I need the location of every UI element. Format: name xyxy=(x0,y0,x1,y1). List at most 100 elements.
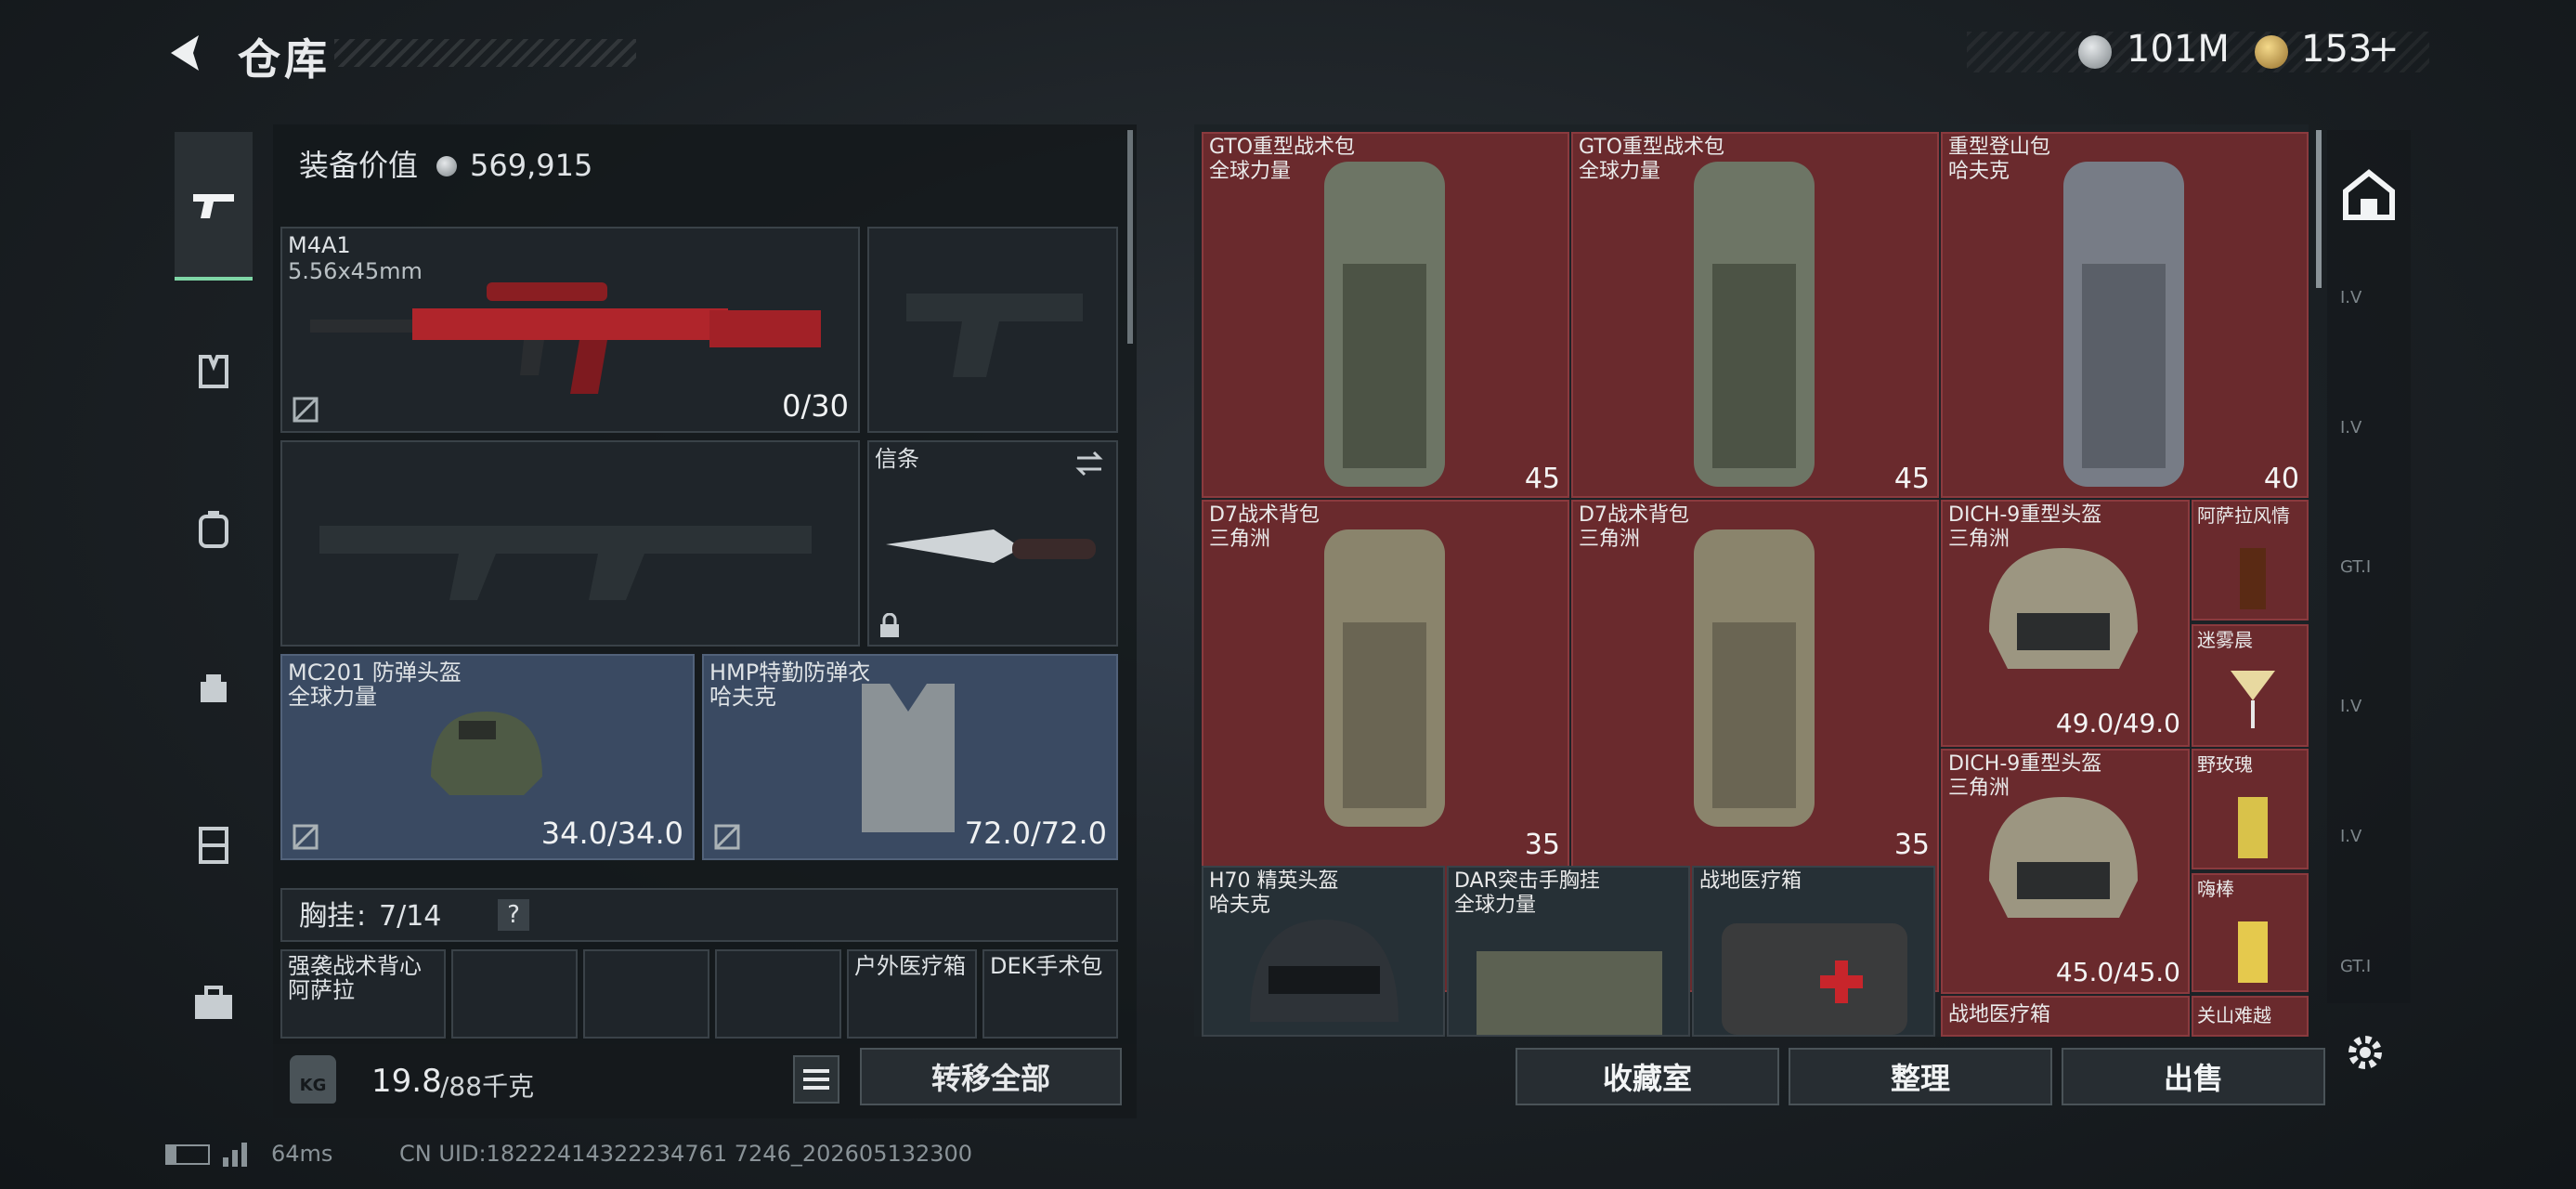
tab-toolbox[interactable] xyxy=(175,964,253,1042)
item-name: 野玫瑰 xyxy=(2197,753,2253,776)
sidearm-slot[interactable] xyxy=(867,227,1118,433)
melee-name: 信条 xyxy=(875,446,919,472)
storage-tab-icon[interactable]: I.V xyxy=(2340,827,2361,846)
tab-backpack[interactable] xyxy=(175,490,253,568)
storage-item[interactable]: H70 精英头盔 哈夫克 xyxy=(1202,866,1445,1037)
collection-room-button[interactable]: 收藏室 xyxy=(1516,1048,1779,1105)
chest-rig-header[interactable]: 胸挂 : 7/14 ? xyxy=(280,888,1118,942)
rig-slot[interactable]: 户外医疗箱 xyxy=(847,949,977,1039)
item-capacity: 35 xyxy=(1893,829,1930,861)
primary-weapon-slot[interactable]: M4A1 5.56x45mm 0/30 xyxy=(280,227,860,433)
storage-item[interactable]: 嗨棒 xyxy=(2192,873,2309,992)
organize-button[interactable]: 整理 xyxy=(1789,1048,2052,1105)
helmet-image xyxy=(1989,797,2138,918)
storage-item[interactable]: 野玫瑰 xyxy=(2192,749,2309,869)
item-name: 重型登山包 xyxy=(1948,136,2051,159)
storage-tab-icon[interactable]: I.V xyxy=(2340,697,2361,716)
helmet-image xyxy=(431,712,542,795)
storage-item[interactable]: DICH-9重型头盔 三角洲 49.0/49.0 xyxy=(1941,500,2190,747)
warehouse-home-icon[interactable] xyxy=(2342,167,2396,221)
storage-item[interactable]: DAR突击手胸挂 全球力量 xyxy=(1447,866,1690,1037)
weapon-ammo: 0/30 xyxy=(782,388,849,424)
item-faction: 哈夫克 xyxy=(1948,160,2010,183)
storage-item[interactable]: 战地医疗箱 xyxy=(1692,866,1935,1037)
battery-icon xyxy=(165,1144,210,1165)
storage-item[interactable]: 重型登山包 哈夫克 40 xyxy=(1941,132,2309,498)
safebox-icon xyxy=(199,827,228,864)
item-name: DICH-9重型头盔 xyxy=(1948,503,2102,527)
storage-item[interactable]: GTO重型战术包 全球力量 45 xyxy=(1202,132,1569,498)
item-name: DAR突击手胸挂 xyxy=(1454,869,1600,893)
item-capacity: 45 xyxy=(1893,463,1930,495)
storage-tab-icon[interactable]: GT.I xyxy=(2340,957,2371,976)
storage-tab-rail: I.V I.V GT.I I.V I.V GT.I xyxy=(2327,130,2411,1003)
storage-tab-icon[interactable]: I.V xyxy=(2340,418,2361,438)
storage-item[interactable]: GTO重型战术包 全球力量 45 xyxy=(1571,132,1939,498)
swap-arrows-icon[interactable] xyxy=(1073,450,1105,477)
rig-separator: : xyxy=(357,900,367,933)
item-capacity: 35 xyxy=(1524,829,1560,861)
melee-slot[interactable]: 信条 xyxy=(867,440,1118,647)
item-faction: 三角洲 xyxy=(1579,528,1641,551)
rig-slot[interactable]: 强袭战术背心 阿萨拉 xyxy=(280,949,446,1039)
list-view-button[interactable] xyxy=(793,1055,839,1104)
loadout-value: 569,915 xyxy=(470,148,593,183)
tab-weapons[interactable] xyxy=(175,132,253,281)
item-name: DICH-9重型头盔 xyxy=(1948,752,2102,776)
armor-slot[interactable]: HMP特勤防弹衣 哈夫克 72.0/72.0 xyxy=(702,654,1118,860)
storage-item[interactable]: 迷雾晨 xyxy=(2192,624,2309,747)
helmet-slot[interactable]: MC201 防弹头盔 全球力量 34.0/34.0 xyxy=(280,654,695,860)
list-icon-line xyxy=(803,1078,829,1081)
rig-item-name: 户外医疗箱 xyxy=(854,953,966,979)
storage-item[interactable]: 阿萨拉风情 xyxy=(2192,500,2309,621)
item-name: D7战术背包 xyxy=(1209,503,1320,527)
tab-pouch[interactable] xyxy=(175,648,253,726)
rig-slot-empty[interactable] xyxy=(715,949,841,1039)
secondary-weapon-slot[interactable] xyxy=(280,440,860,647)
storage-scrollbar[interactable] xyxy=(2316,130,2322,288)
item-name: 阿萨拉风情 xyxy=(2197,504,2290,527)
transfer-all-button[interactable]: 转移全部 xyxy=(860,1048,1122,1105)
rig-item-name: 强袭战术背心 xyxy=(288,953,422,979)
armor-durability: 72.0/72.0 xyxy=(964,816,1107,851)
storage-tab-icon[interactable]: I.V xyxy=(2340,288,2361,307)
settings-gear-icon[interactable] xyxy=(2342,1029,2388,1076)
armor-faction: 哈夫克 xyxy=(709,684,776,710)
not-insured-icon xyxy=(292,823,319,851)
item-name: 迷雾晨 xyxy=(2197,629,2253,651)
loadout-scrollbar[interactable] xyxy=(1127,130,1133,344)
rifle-silhouette-icon xyxy=(319,526,812,600)
back-arrow-icon[interactable] xyxy=(165,32,208,74)
silver-coin-icon xyxy=(436,156,457,176)
storage-tab-icon[interactable]: GT.I xyxy=(2340,557,2371,577)
storage-item[interactable]: 战地医疗箱 xyxy=(1941,996,2190,1037)
sell-button[interactable]: 出售 xyxy=(2062,1048,2325,1105)
rig-slot-empty[interactable] xyxy=(583,949,709,1039)
current-weight: 19.8 xyxy=(371,1063,442,1100)
gold-currency-value: 153 xyxy=(2301,28,2373,71)
helmet-name: MC201 防弹头盔 xyxy=(288,660,462,686)
tab-chest-rig[interactable] xyxy=(175,333,253,411)
backpack-image xyxy=(1324,529,1445,827)
storage-grid: GTO重型战术包 全球力量 45 GTO重型战术包 全球力量 45 重型登山包 … xyxy=(1194,124,2309,1037)
item-durability: 45.0/45.0 xyxy=(2055,957,2180,987)
pouch-icon xyxy=(201,674,227,702)
helmet-image xyxy=(1250,920,1399,1022)
backpack-image xyxy=(1324,162,1445,487)
tab-safebox[interactable] xyxy=(175,806,253,884)
rig-slot[interactable]: DEK手术包 xyxy=(982,949,1118,1039)
rig-help-button[interactable]: ? xyxy=(498,899,529,931)
backpack-image xyxy=(2063,162,2184,487)
storage-item[interactable]: 关山难越 xyxy=(2192,996,2309,1037)
item-faction: 全球力量 xyxy=(1579,160,1661,183)
drink-glass-icon xyxy=(2238,921,2268,983)
gold-coin-icon xyxy=(2255,35,2288,69)
list-icon-line xyxy=(803,1086,829,1090)
loadout-panel: 装备价值 569,915 M4A1 5.56x45mm 0/30 信条 MC20… xyxy=(273,124,1137,1118)
add-currency-button[interactable]: + xyxy=(2368,28,2400,71)
category-rail xyxy=(163,119,264,1113)
item-name: 嗨棒 xyxy=(2197,878,2234,900)
silver-coin-icon xyxy=(2078,35,2112,69)
rig-slot-empty[interactable] xyxy=(451,949,578,1039)
storage-item[interactable]: DICH-9重型头盔 三角洲 45.0/45.0 xyxy=(1941,749,2190,994)
